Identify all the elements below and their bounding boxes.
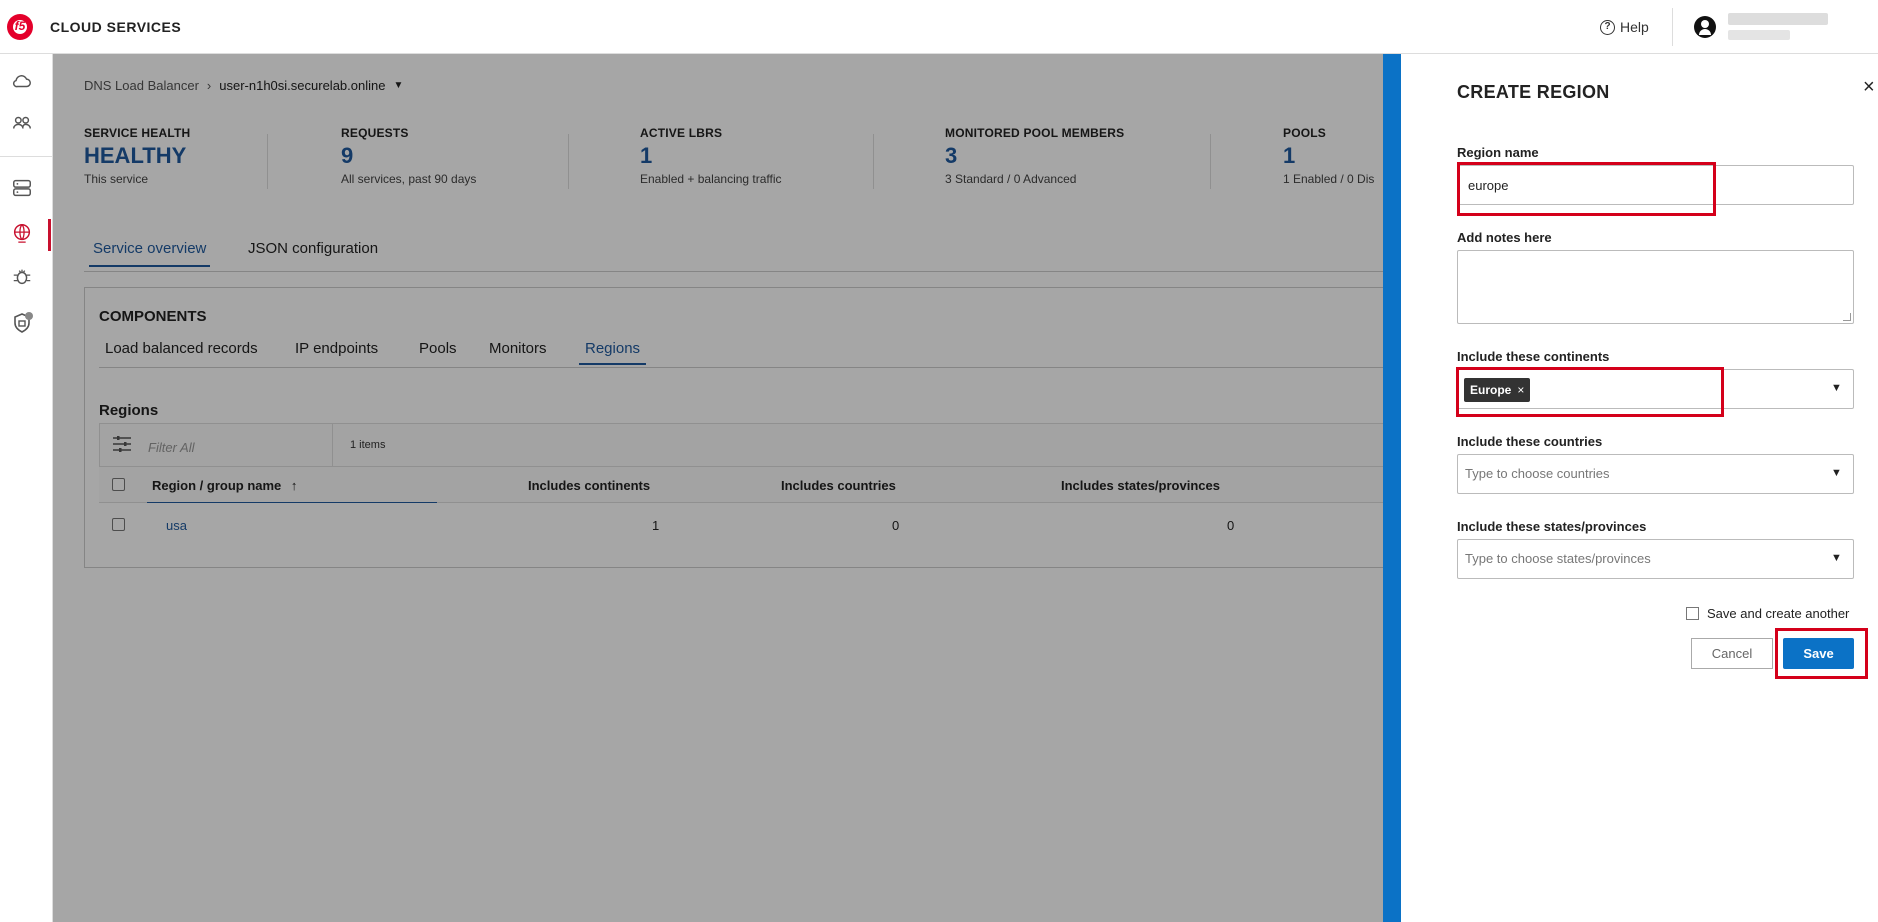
cancel-button[interactable]: Cancel xyxy=(1691,638,1773,669)
user-account-redacted xyxy=(1728,30,1790,40)
save-and-create-another[interactable]: Save and create another xyxy=(1686,606,1849,621)
notes-textarea[interactable] xyxy=(1457,250,1854,324)
bug-icon[interactable] xyxy=(10,266,34,290)
countries-select[interactable]: Type to choose countries ▼ xyxy=(1457,454,1854,494)
left-nav xyxy=(0,54,53,922)
continents-label: Include these continents xyxy=(1457,349,1610,364)
users-icon[interactable] xyxy=(10,112,34,136)
user-name-redacted xyxy=(1728,13,1828,25)
countries-placeholder: Type to choose countries xyxy=(1465,466,1610,481)
cloud-icon[interactable] xyxy=(10,70,34,94)
highlight-continents xyxy=(1456,367,1724,417)
nav-separator xyxy=(0,156,53,157)
f5-logo[interactable]: f5 xyxy=(7,14,33,40)
globe-icon[interactable] xyxy=(10,222,34,246)
notes-label: Add notes here xyxy=(1457,230,1552,245)
help-link[interactable]: ? Help xyxy=(1600,19,1649,35)
help-label: Help xyxy=(1620,19,1649,35)
save-another-label: Save and create another xyxy=(1707,606,1850,621)
chevron-down-icon[interactable]: ▼ xyxy=(1831,552,1842,564)
top-divider xyxy=(1672,8,1673,46)
shield-icon[interactable] xyxy=(10,311,34,335)
drawer-accent-bar xyxy=(1383,54,1401,922)
nav-active-indicator xyxy=(48,219,51,251)
countries-label: Include these countries xyxy=(1457,434,1603,449)
help-icon: ? xyxy=(1600,19,1615,35)
drawer-title: CREATE REGION xyxy=(1457,82,1610,102)
highlight-region-name xyxy=(1457,162,1716,216)
states-select[interactable]: Type to choose states/provinces ▼ xyxy=(1457,539,1854,579)
modal-overlay[interactable] xyxy=(53,54,1383,922)
resize-handle-icon[interactable] xyxy=(1843,313,1851,321)
server-icon[interactable] xyxy=(10,177,34,201)
close-icon[interactable]: × xyxy=(1863,76,1875,99)
chevron-down-icon[interactable]: ▼ xyxy=(1831,467,1842,479)
states-label: Include these states/provinces xyxy=(1457,519,1647,534)
brand-title: CLOUD SERVICES xyxy=(50,19,182,35)
user-avatar-icon[interactable] xyxy=(1694,16,1716,38)
states-placeholder: Type to choose states/provinces xyxy=(1465,551,1651,566)
chevron-down-icon[interactable]: ▼ xyxy=(1831,382,1842,394)
region-name-label: Region name xyxy=(1457,145,1539,160)
create-region-drawer: CREATE REGION × Region name europe Add n… xyxy=(1401,54,1878,922)
save-another-checkbox[interactable] xyxy=(1686,607,1699,620)
top-bar: f5 CLOUD SERVICES ? Help xyxy=(0,0,1878,54)
highlight-save xyxy=(1775,628,1868,679)
